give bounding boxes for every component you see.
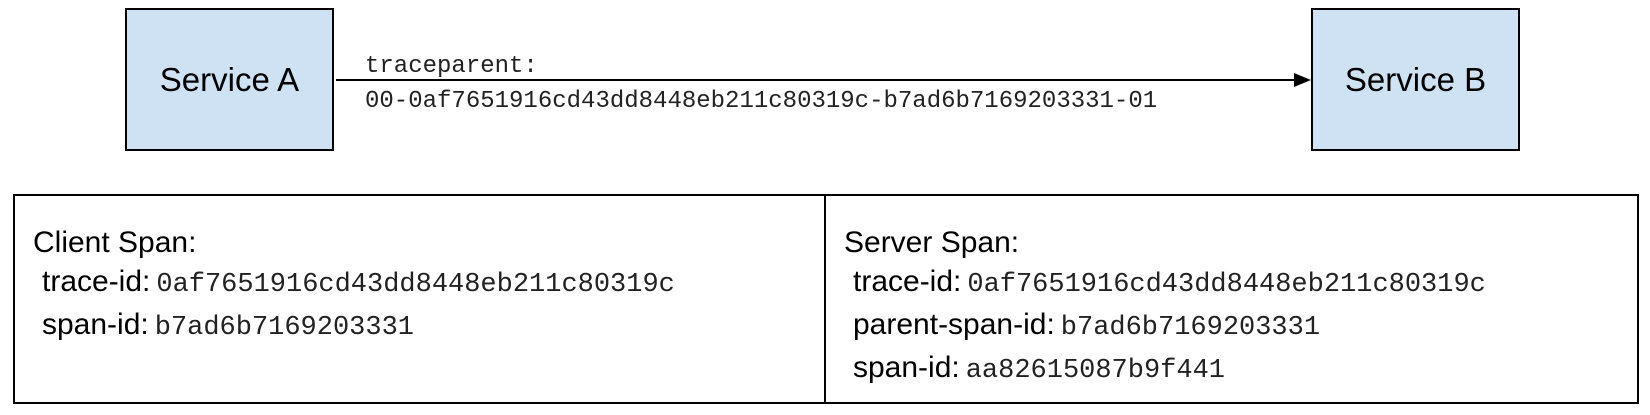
request-arrow — [336, 73, 1311, 87]
client-span-span-id-row: span-id: b7ad6b7169203331 — [42, 305, 824, 348]
server-span-trace-id-row: trace-id: 0af7651916cd43dd8448eb211c80319… — [853, 262, 1637, 305]
field-value: aa82615087b9f441 — [965, 356, 1225, 386]
traceparent-header-name: traceparent: — [365, 53, 538, 80]
client-span-trace-id-row: trace-id: 0af7651916cd43dd8448eb211c80319… — [42, 262, 824, 305]
arrow-head — [1294, 73, 1311, 87]
field-value: 0af7651916cd43dd8448eb211c80319c — [156, 270, 675, 300]
server-span-parent-span-id-row: parent-span-id: b7ad6b7169203331 — [853, 305, 1637, 348]
server-span-panel: Server Span: trace-id: 0af7651916cd43dd84… — [824, 194, 1639, 404]
field-value: 0af7651916cd43dd8448eb211c80319c — [967, 270, 1486, 300]
field-label: trace-id: — [42, 265, 151, 298]
server-span-title: Server Span: — [844, 226, 1020, 259]
traceparent-header-value: 00-0af7651916cd43dd8448eb211c80319c-b7ad… — [365, 88, 1158, 115]
field-value: b7ad6b7169203331 — [1060, 313, 1321, 343]
field-label: parent-span-id: — [853, 308, 1055, 341]
field-label: span-id: — [42, 308, 149, 341]
field-value: b7ad6b7169203331 — [154, 313, 414, 343]
server-span-span-id-row: span-id: aa82615087b9f441 — [853, 348, 1637, 391]
client-span-title: Client Span: — [33, 226, 197, 259]
field-label: trace-id: — [853, 265, 962, 298]
client-span-panel: Client Span: trace-id: 0af7651916cd43dd84… — [13, 194, 826, 404]
field-label: span-id: — [853, 351, 960, 384]
